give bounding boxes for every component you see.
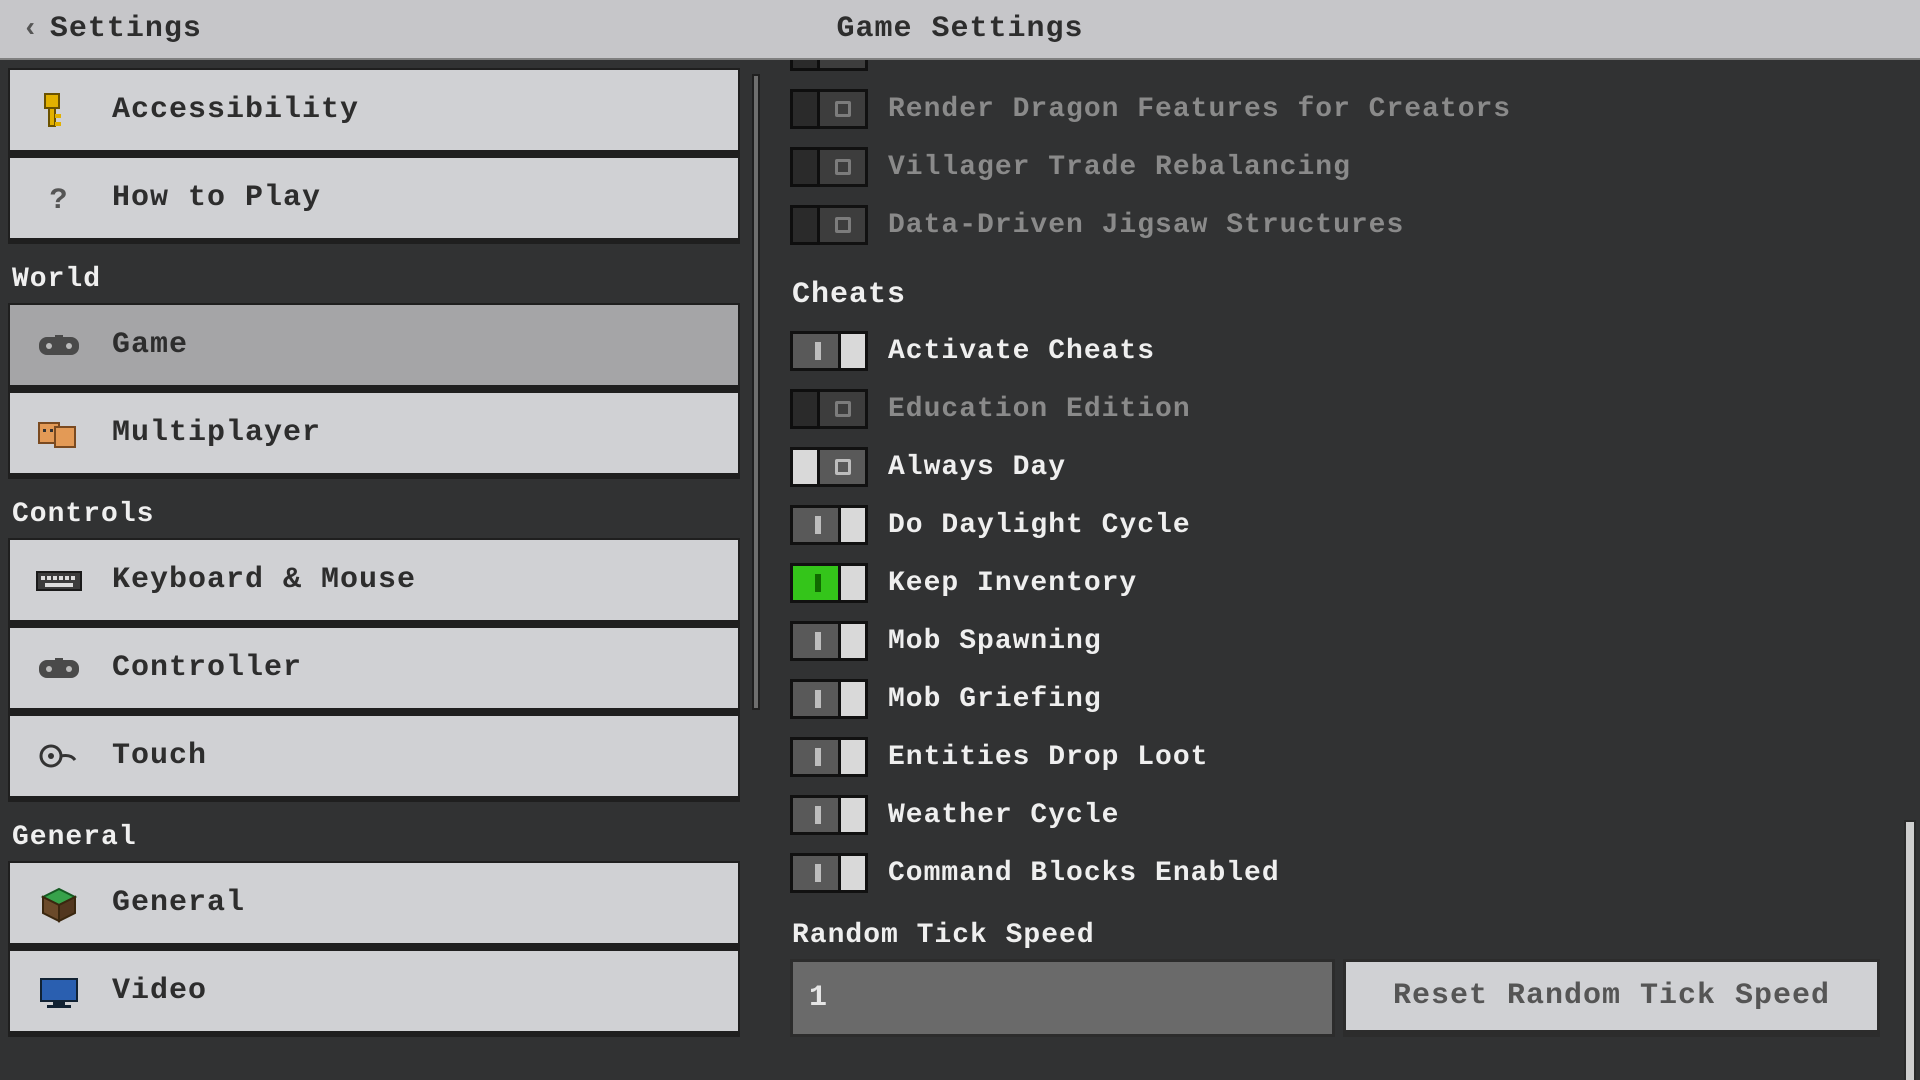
help-icon [32, 178, 86, 218]
section-cheats: Cheats [792, 278, 1920, 312]
chevron-left-icon: ‹ [22, 14, 40, 45]
sidebar-scrollbar[interactable] [752, 74, 760, 710]
setting-label: Activate Cheats [888, 336, 1155, 367]
toggle-item [790, 205, 868, 245]
key-icon [32, 90, 86, 130]
gamepad-icon [32, 325, 86, 365]
gamepad-icon [32, 648, 86, 688]
sidebar-item-label: Game [112, 328, 188, 362]
main-panel: Render Dragon Features for Creators Vill… [760, 60, 1920, 1080]
sidebar-item-touch[interactable]: Touch [8, 714, 740, 802]
sidebar-item-keyboard-mouse[interactable]: Keyboard & Mouse [8, 538, 740, 626]
faces-icon [32, 413, 86, 453]
sidebar-item-accessibility[interactable]: Accessibility [8, 68, 740, 156]
sidebar-item-how-to-play[interactable]: How to Play [8, 156, 740, 244]
setting-label: Education Edition [888, 394, 1191, 425]
sidebar-item-controller[interactable]: Controller [8, 626, 740, 714]
setting-row-mob_griefing: Mob Griefing [790, 670, 1920, 728]
setting-row-entities_drop_loot: Entities Drop Loot [790, 728, 1920, 786]
setting-label: Villager Trade Rebalancing [888, 152, 1351, 183]
reset-tick-speed-button[interactable]: Reset Random Tick Speed [1343, 959, 1880, 1037]
setting-label: Always Day [888, 452, 1066, 483]
toggle-item [790, 147, 868, 187]
setting-row: Villager Trade Rebalancing [790, 138, 1920, 196]
setting-label: Mob Griefing [888, 684, 1102, 715]
setting-row-mob_spawning: Mob Spawning [790, 612, 1920, 670]
toggle-do_daylight_cycle[interactable] [790, 505, 868, 545]
setting-row-do_daylight_cycle: Do Daylight Cycle [790, 496, 1920, 554]
toggle-item [790, 60, 868, 71]
monitor-icon [32, 971, 86, 1011]
toggle-entities_drop_loot[interactable] [790, 737, 868, 777]
toggle-item [790, 89, 868, 129]
toggle-command_blocks_enabled[interactable] [790, 853, 868, 893]
sidebar-section-title: World [12, 264, 752, 295]
cube-icon [32, 883, 86, 923]
setting-row-education_edition: Education Edition [790, 380, 1920, 438]
sidebar-item-label: Controller [112, 651, 302, 685]
sidebar-item-label: Keyboard & Mouse [112, 563, 416, 597]
sidebar: Accessibility How to Play World Game Mul… [0, 60, 760, 1080]
setting-row-weather_cycle: Weather Cycle [790, 786, 1920, 844]
header: ‹ Settings Game Settings [0, 0, 1920, 60]
setting-row: Data-Driven Jigsaw Structures [790, 196, 1920, 254]
sidebar-item-label: How to Play [112, 181, 321, 215]
back-button[interactable]: ‹ Settings [0, 12, 224, 46]
sidebar-item-label: Multiplayer [112, 416, 321, 450]
sidebar-item-label: Accessibility [112, 93, 359, 127]
keyboard-icon [32, 560, 86, 600]
toggle-always_day[interactable] [790, 447, 868, 487]
sidebar-section-title: Controls [12, 499, 752, 530]
setting-row-keep_inventory: Keep Inventory [790, 554, 1920, 612]
back-label: Settings [50, 12, 202, 46]
toggle-education_edition [790, 389, 868, 429]
setting-label: Entities Drop Loot [888, 742, 1208, 773]
sidebar-item-general[interactable]: General [8, 861, 740, 949]
setting-label: Weather Cycle [888, 800, 1119, 831]
sidebar-section-title: General [12, 822, 752, 853]
toggle-weather_cycle[interactable] [790, 795, 868, 835]
sidebar-item-label: General [112, 886, 245, 920]
tick-speed-input[interactable]: 1 [790, 959, 1335, 1037]
setting-row-activate_cheats: Activate Cheats [790, 322, 1920, 380]
setting-row-always_day: Always Day [790, 438, 1920, 496]
tick-speed-label: Random Tick Speed [792, 920, 1920, 951]
touch-icon [32, 736, 86, 776]
toggle-keep_inventory[interactable] [790, 563, 868, 603]
sidebar-item-game[interactable]: Game [8, 303, 740, 391]
sidebar-item-label: Touch [112, 739, 207, 773]
setting-label: Data-Driven Jigsaw Structures [888, 210, 1404, 241]
setting-label: Keep Inventory [888, 568, 1137, 599]
setting-label: Render Dragon Features for Creators [888, 94, 1511, 125]
setting-row-command_blocks_enabled: Command Blocks Enabled [790, 844, 1920, 902]
main-scrollbar[interactable] [1904, 820, 1916, 1080]
sidebar-item-label: Video [112, 974, 207, 1008]
page-title: Game Settings [0, 12, 1920, 46]
sidebar-item-multiplayer[interactable]: Multiplayer [8, 391, 740, 479]
setting-label: Mob Spawning [888, 626, 1102, 657]
setting-label: Do Daylight Cycle [888, 510, 1191, 541]
toggle-mob_griefing[interactable] [790, 679, 868, 719]
setting-label: Command Blocks Enabled [888, 858, 1280, 889]
toggle-activate_cheats[interactable] [790, 331, 868, 371]
setting-row: Render Dragon Features for Creators [790, 80, 1920, 138]
sidebar-item-video[interactable]: Video [8, 949, 740, 1037]
toggle-mob_spawning[interactable] [790, 621, 868, 661]
